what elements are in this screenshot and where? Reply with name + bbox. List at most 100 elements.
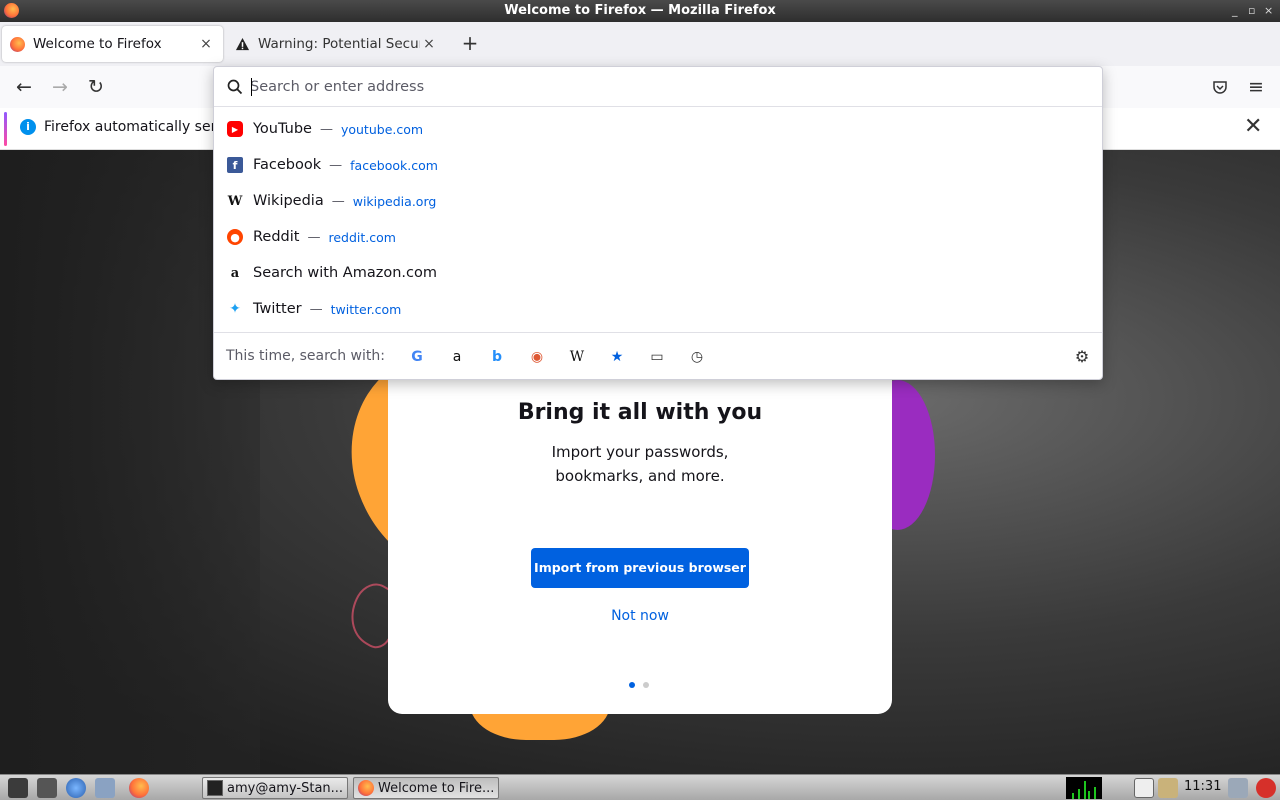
search-icon (227, 79, 243, 95)
pocket-icon (1213, 81, 1227, 94)
start-menu-icon[interactable] (8, 778, 28, 798)
maximize-button[interactable]: ▫ (1248, 4, 1255, 17)
cpu-bar (1078, 789, 1080, 799)
onboarding-heading: Bring it all with you (517, 400, 763, 425)
clipboard-icon[interactable] (1158, 778, 1178, 798)
urlbar (214, 67, 1102, 107)
taskbar: amy@amy-Stan... Welcome to Fire... 11:31 (0, 774, 1280, 800)
urlbar-result-separator: — (307, 229, 321, 245)
import-button[interactable]: Import from previous browser (531, 548, 749, 588)
reload-button[interactable]: ↻ (83, 74, 109, 100)
urlbar-result[interactable]: ✦ Twitter — twitter.com (214, 291, 1102, 327)
bing-icon[interactable]: b (487, 347, 507, 367)
close-notification-button[interactable]: ✕ (1244, 116, 1262, 138)
urlbar-result-title: Facebook (253, 157, 322, 173)
urlbar-result[interactable]: W Wikipedia — wikipedia.org (214, 183, 1102, 219)
text-caret (251, 78, 252, 96)
firefox-icon (10, 36, 25, 52)
onboarding-card: Bring it all with you Import your passwo… (388, 340, 892, 714)
search-settings-button[interactable]: ⚙ (1072, 347, 1092, 367)
urlbar-result-separator: — (319, 121, 333, 137)
cpu-monitor-graph (1066, 777, 1102, 799)
urlbar-result-title: Reddit (253, 229, 300, 245)
tab-welcome[interactable]: Welcome to Firefox × (2, 26, 223, 62)
urlbar-result-url: reddit.com (328, 229, 396, 245)
taskbar-task-terminal[interactable]: amy@amy-Stan... (202, 777, 348, 799)
firefox-icon (358, 780, 374, 796)
one-off-label: This time, search with: (226, 348, 385, 364)
terminal-icon (207, 780, 223, 796)
amazon-icon: a (227, 265, 243, 281)
tab-strip: Welcome to Firefox × Warning: Potential … (0, 22, 1280, 66)
file-manager-icon[interactable] (95, 778, 115, 798)
not-now-link[interactable]: Not now (388, 608, 892, 624)
urlbar-result-title: Twitter (253, 301, 302, 317)
wikipedia-icon[interactable]: W (567, 347, 587, 367)
tabs-icon[interactable]: ▭ (647, 347, 667, 367)
warning-icon (235, 37, 250, 52)
new-tab-button[interactable]: + (459, 33, 481, 55)
wikipedia-icon: W (227, 193, 243, 209)
one-off-search-bar: This time, search with: Ga b ◉ W ★ ▭ ◷ ⚙ (214, 332, 1102, 380)
user-icon[interactable] (1228, 778, 1248, 798)
facebook-icon: f (227, 157, 243, 173)
google-icon[interactable]: G (407, 347, 427, 367)
show-desktop-icon[interactable] (37, 778, 57, 798)
urlbar-input[interactable] (250, 75, 1070, 99)
minimize-button[interactable]: _ (1232, 4, 1238, 17)
cpu-bar (1088, 791, 1090, 799)
app-menu-button[interactable]: ≡ (1243, 74, 1269, 100)
close-window-button[interactable]: × (1264, 4, 1273, 17)
urlbar-results: ▶ YouTube — youtube.com f Facebook — facebook.c… (214, 111, 1102, 327)
reddit-icon: ● (227, 229, 243, 245)
urlbar-result-url: wikipedia.org (352, 193, 437, 209)
cpu-bar (1072, 793, 1074, 799)
taskbar-task-label: amy@amy-Stan... (227, 780, 344, 796)
urlbar-result-separator: — (331, 193, 345, 209)
taskbar-task-firefox[interactable]: Welcome to Fire... (353, 777, 499, 799)
duckduckgo-icon[interactable]: ◉ (527, 347, 547, 367)
search-tray-icon[interactable] (1134, 778, 1154, 798)
urlbar-result-url: facebook.com (350, 157, 438, 173)
close-tab-button[interactable]: × (197, 36, 215, 52)
urlbar-result-title: Wikipedia (253, 193, 324, 209)
forward-button[interactable]: → (47, 74, 73, 100)
cpu-bar (1094, 787, 1096, 799)
bookmarks-icon[interactable]: ★ (607, 347, 627, 367)
urlbar-result-title: YouTube (253, 121, 312, 137)
youtube-icon: ▶ (227, 121, 243, 137)
urlbar-result[interactable]: f Facebook — facebook.com (214, 147, 1102, 183)
cpu-bar (1084, 781, 1086, 799)
tab-warning[interactable]: Warning: Potential Security Risk Ahead × (227, 26, 446, 62)
tab-label: Warning: Potential Security Risk Ahead (258, 36, 420, 52)
onboarding-subtext: Import your passwords, bookmarks, and mo… (388, 440, 892, 488)
info-icon: i (20, 119, 36, 135)
twitter-icon: ✦ (229, 301, 241, 317)
notification-accent (4, 112, 7, 146)
tab-label: Welcome to Firefox (33, 36, 162, 52)
onboarding-subtext-line: Import your passwords, (551, 443, 729, 461)
history-icon[interactable]: ◷ (687, 347, 707, 367)
step-dot[interactable] (643, 682, 649, 688)
close-tab-button[interactable]: × (420, 36, 438, 52)
urlbar-result-title: Search with Amazon.com (253, 265, 437, 281)
window-titlebar: Welcome to Firefox — Mozilla Firefox _ ▫… (0, 0, 1280, 22)
clock[interactable]: 11:31 (1184, 779, 1221, 794)
urlbar-result-separator: — (309, 301, 323, 317)
amazon-icon[interactable]: a (447, 347, 467, 367)
network-icon[interactable] (66, 778, 86, 798)
power-icon[interactable] (1256, 778, 1276, 798)
step-dot-active[interactable] (629, 682, 635, 688)
firefox-launcher-icon[interactable] (129, 778, 149, 798)
urlbar-result-url: twitter.com (330, 301, 402, 317)
urlbar-result[interactable]: ▶ YouTube — youtube.com (214, 111, 1102, 147)
urlbar-result[interactable]: ● Reddit — reddit.com (214, 219, 1102, 255)
urlbar-result[interactable]: a Search with Amazon.com (214, 255, 1102, 291)
pocket-button[interactable] (1207, 74, 1233, 100)
back-button[interactable]: ← (11, 74, 37, 100)
urlbar-dropdown: ▶ YouTube — youtube.com f Facebook — facebook.c… (213, 66, 1103, 380)
urlbar-result-url: youtube.com (340, 121, 424, 137)
onboarding-subtext-line: bookmarks, and more. (555, 467, 725, 485)
taskbar-task-label: Welcome to Fire... (378, 780, 495, 796)
step-indicator (629, 682, 649, 688)
